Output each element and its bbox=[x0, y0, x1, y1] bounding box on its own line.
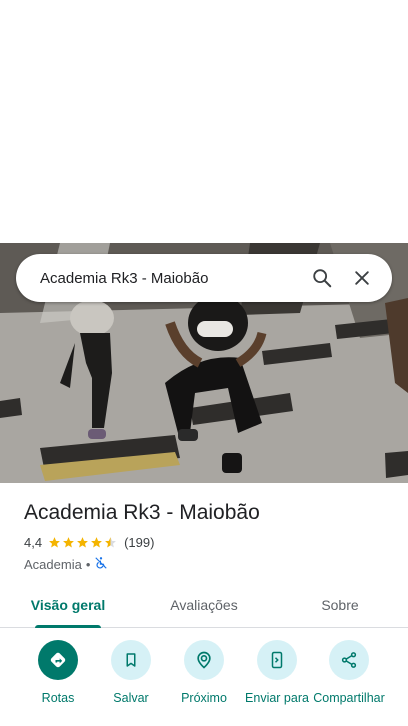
directions-button[interactable]: Rotas bbox=[20, 640, 96, 706]
tab-label: Avaliações bbox=[170, 597, 238, 613]
star-rating bbox=[48, 536, 118, 549]
star-icon bbox=[91, 536, 102, 547]
rating-row[interactable]: 4,4 (199) bbox=[24, 532, 394, 552]
share-label: Compartilhar bbox=[313, 691, 385, 705]
send-to-phone-button[interactable]: Enviar para o telefone bbox=[239, 640, 315, 706]
tab-about[interactable]: Sobre bbox=[272, 583, 408, 627]
search-query-text[interactable]: Academia Rk3 - Maiobão bbox=[40, 270, 302, 287]
search-bar[interactable]: Academia Rk3 - Maiobão bbox=[16, 254, 392, 302]
action-bar: Rotas Salvar Próximo Enviar para Compart… bbox=[0, 640, 408, 726]
share-button[interactable]: Compartilhar bbox=[311, 640, 387, 706]
tab-bar: Visão geral Avaliações Sobre bbox=[0, 583, 408, 628]
directions-icon bbox=[38, 640, 78, 680]
save-button[interactable]: Salvar bbox=[93, 640, 169, 706]
tab-label: Sobre bbox=[321, 597, 359, 613]
active-tab-indicator bbox=[35, 625, 101, 628]
nearby-label: Próximo bbox=[181, 691, 227, 705]
bookmark-icon bbox=[111, 640, 151, 680]
place-info: Academia Rk3 - Maiobão 4,4 (199) Academi… bbox=[24, 498, 394, 574]
tab-reviews[interactable]: Avaliações bbox=[136, 583, 272, 627]
star-icon bbox=[63, 536, 74, 547]
place-title: Academia Rk3 - Maiobão bbox=[24, 501, 260, 524]
place-category: Academia bbox=[24, 556, 82, 572]
tab-label: Visão geral bbox=[30, 597, 106, 613]
nearby-button[interactable]: Próximo bbox=[166, 640, 242, 706]
star-half-icon bbox=[105, 536, 116, 547]
star-icon bbox=[77, 536, 88, 547]
map-area[interactable] bbox=[0, 0, 408, 243]
share-icon bbox=[329, 640, 369, 680]
rating-value: 4,4 bbox=[24, 534, 43, 550]
directions-label: Rotas bbox=[41, 691, 75, 705]
nearby-icon bbox=[184, 640, 224, 680]
send-to-phone-icon bbox=[257, 640, 297, 680]
review-count: (199) bbox=[124, 534, 155, 550]
search-icon[interactable] bbox=[302, 258, 342, 298]
separator: • bbox=[85, 556, 91, 572]
close-icon[interactable] bbox=[342, 258, 382, 298]
tab-overview[interactable]: Visão geral bbox=[0, 583, 136, 628]
category-row: Academia • bbox=[24, 554, 394, 574]
send-to-phone-label: Enviar para o telefone bbox=[245, 691, 309, 705]
save-label: Salvar bbox=[113, 691, 149, 705]
no-wheelchair-icon bbox=[94, 556, 108, 573]
star-icon bbox=[49, 536, 60, 547]
place-details-screen: Academia Rk3 - Maiobão Academia Rk3 - Ma… bbox=[0, 0, 408, 726]
